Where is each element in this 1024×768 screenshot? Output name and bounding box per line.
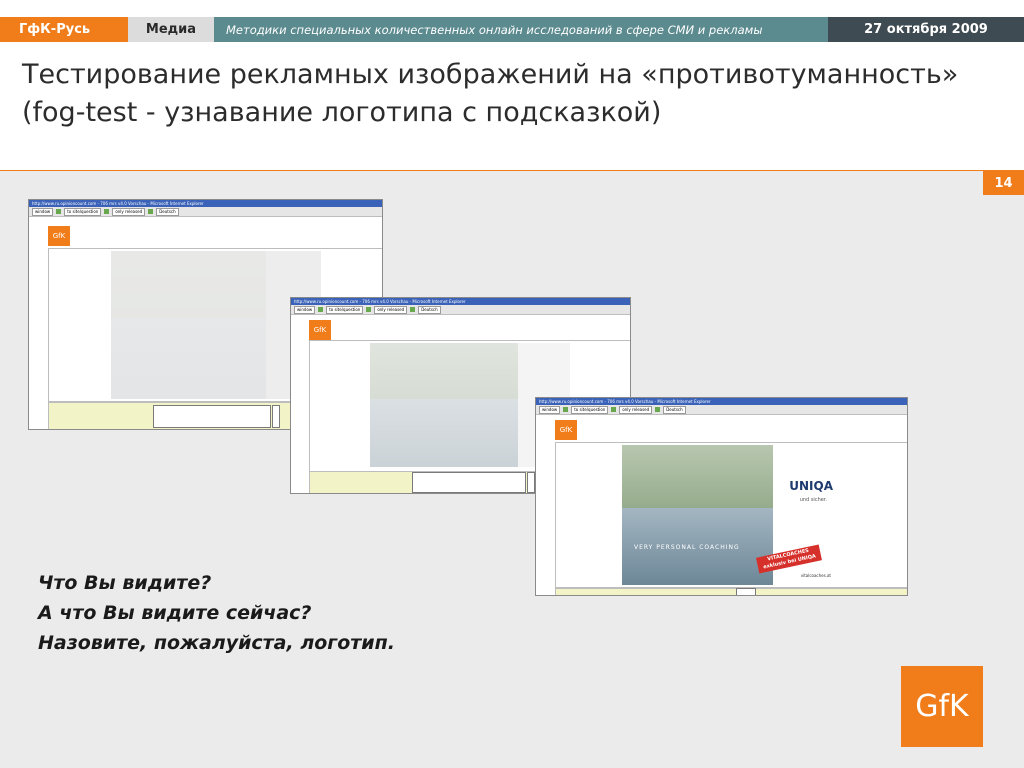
answer-field[interactable] xyxy=(153,405,271,428)
browser-screenshot-3: http://www.ru.opinioncount.com - 706 mrs… xyxy=(535,397,908,596)
arrow-icon xyxy=(563,407,569,412)
content-area: UNIQA und sicher. VERY PERSONAL COACHING… xyxy=(555,442,907,588)
gfk-logo-small: GfK xyxy=(309,320,331,340)
gfk-logo-small: GfK xyxy=(555,420,577,440)
toolbar-select: only released xyxy=(374,305,408,314)
window-title: http://www.ru.opinioncount.com - 706 mrs… xyxy=(29,200,382,207)
arrow-icon xyxy=(318,307,324,312)
toolbar-select: only released xyxy=(619,405,653,414)
ad-url: vitalcoaches.at xyxy=(800,573,831,578)
gfk-logo: GfK xyxy=(901,666,983,747)
browser-toolbar: window to site/question only released De… xyxy=(29,207,382,217)
question-line: Назовите, пожалуйста, логотип. xyxy=(38,632,395,654)
page-number: 14 xyxy=(983,171,1024,195)
toolbar-select: window xyxy=(294,305,316,314)
arrow-icon xyxy=(655,407,661,412)
browser-toolbar: window to site/question only released De… xyxy=(536,405,907,415)
toolbar-select: window xyxy=(32,207,54,216)
toolbar-select: Deutsch xyxy=(156,207,179,216)
ad-slogan: VERY PERSONAL COACHING xyxy=(634,544,740,551)
arrow-icon xyxy=(366,307,372,312)
ad-brand-sub: und sicher. xyxy=(799,497,827,503)
answer-field[interactable] xyxy=(736,588,756,595)
arrow-icon xyxy=(104,209,110,214)
browser-toolbar: window to site/question only released De… xyxy=(291,305,630,315)
window-title: http://www.ru.opinioncount.com - 706 mrs… xyxy=(291,298,630,305)
date-label: 27 октября 2009 xyxy=(828,17,1024,42)
toolbar-select: to site/question xyxy=(64,207,102,216)
arrow-icon xyxy=(148,209,154,214)
toolbar-select: Deutsch xyxy=(418,305,441,314)
toolbar-select: window xyxy=(539,405,561,414)
answer-scroll[interactable] xyxy=(272,405,280,428)
arrow-icon xyxy=(56,209,62,214)
question-line: А что Вы видите сейчас? xyxy=(38,602,312,624)
ad-brand-name: UNIQA xyxy=(789,479,833,493)
window-title: http://www.ru.opinioncount.com - 706 mrs… xyxy=(536,398,907,405)
toolbar-select: Deutsch xyxy=(663,405,686,414)
arrow-icon xyxy=(611,407,617,412)
page-title: Тестирование рекламных изображений на «п… xyxy=(22,59,959,128)
question-line: Что Вы видите? xyxy=(38,572,212,594)
brand-label: ГфК-Русь xyxy=(0,17,128,42)
toolbar-select: to site/question xyxy=(326,305,364,314)
description-label: Методики специальных количественных онла… xyxy=(214,17,828,42)
answer-footer xyxy=(555,588,907,595)
arrow-icon xyxy=(410,307,416,312)
advertisement-image: UNIQA und sicher. VERY PERSONAL COACHING… xyxy=(622,445,843,585)
toolbar-select: to site/question xyxy=(571,405,609,414)
answer-field[interactable] xyxy=(412,472,526,493)
toolbar-select: only released xyxy=(112,207,146,216)
questions-block: Что Вы видите? А что Вы видите сейчас? Н… xyxy=(38,568,395,658)
title-box: Тестирование рекламных изображений на «п… xyxy=(0,42,1024,171)
gfk-logo-small: GfK xyxy=(48,226,70,246)
top-bar: ГфК-Русь Медиа Методики специальных коли… xyxy=(0,0,1024,42)
section-label: Медиа xyxy=(128,17,214,42)
answer-scroll[interactable] xyxy=(527,472,535,493)
